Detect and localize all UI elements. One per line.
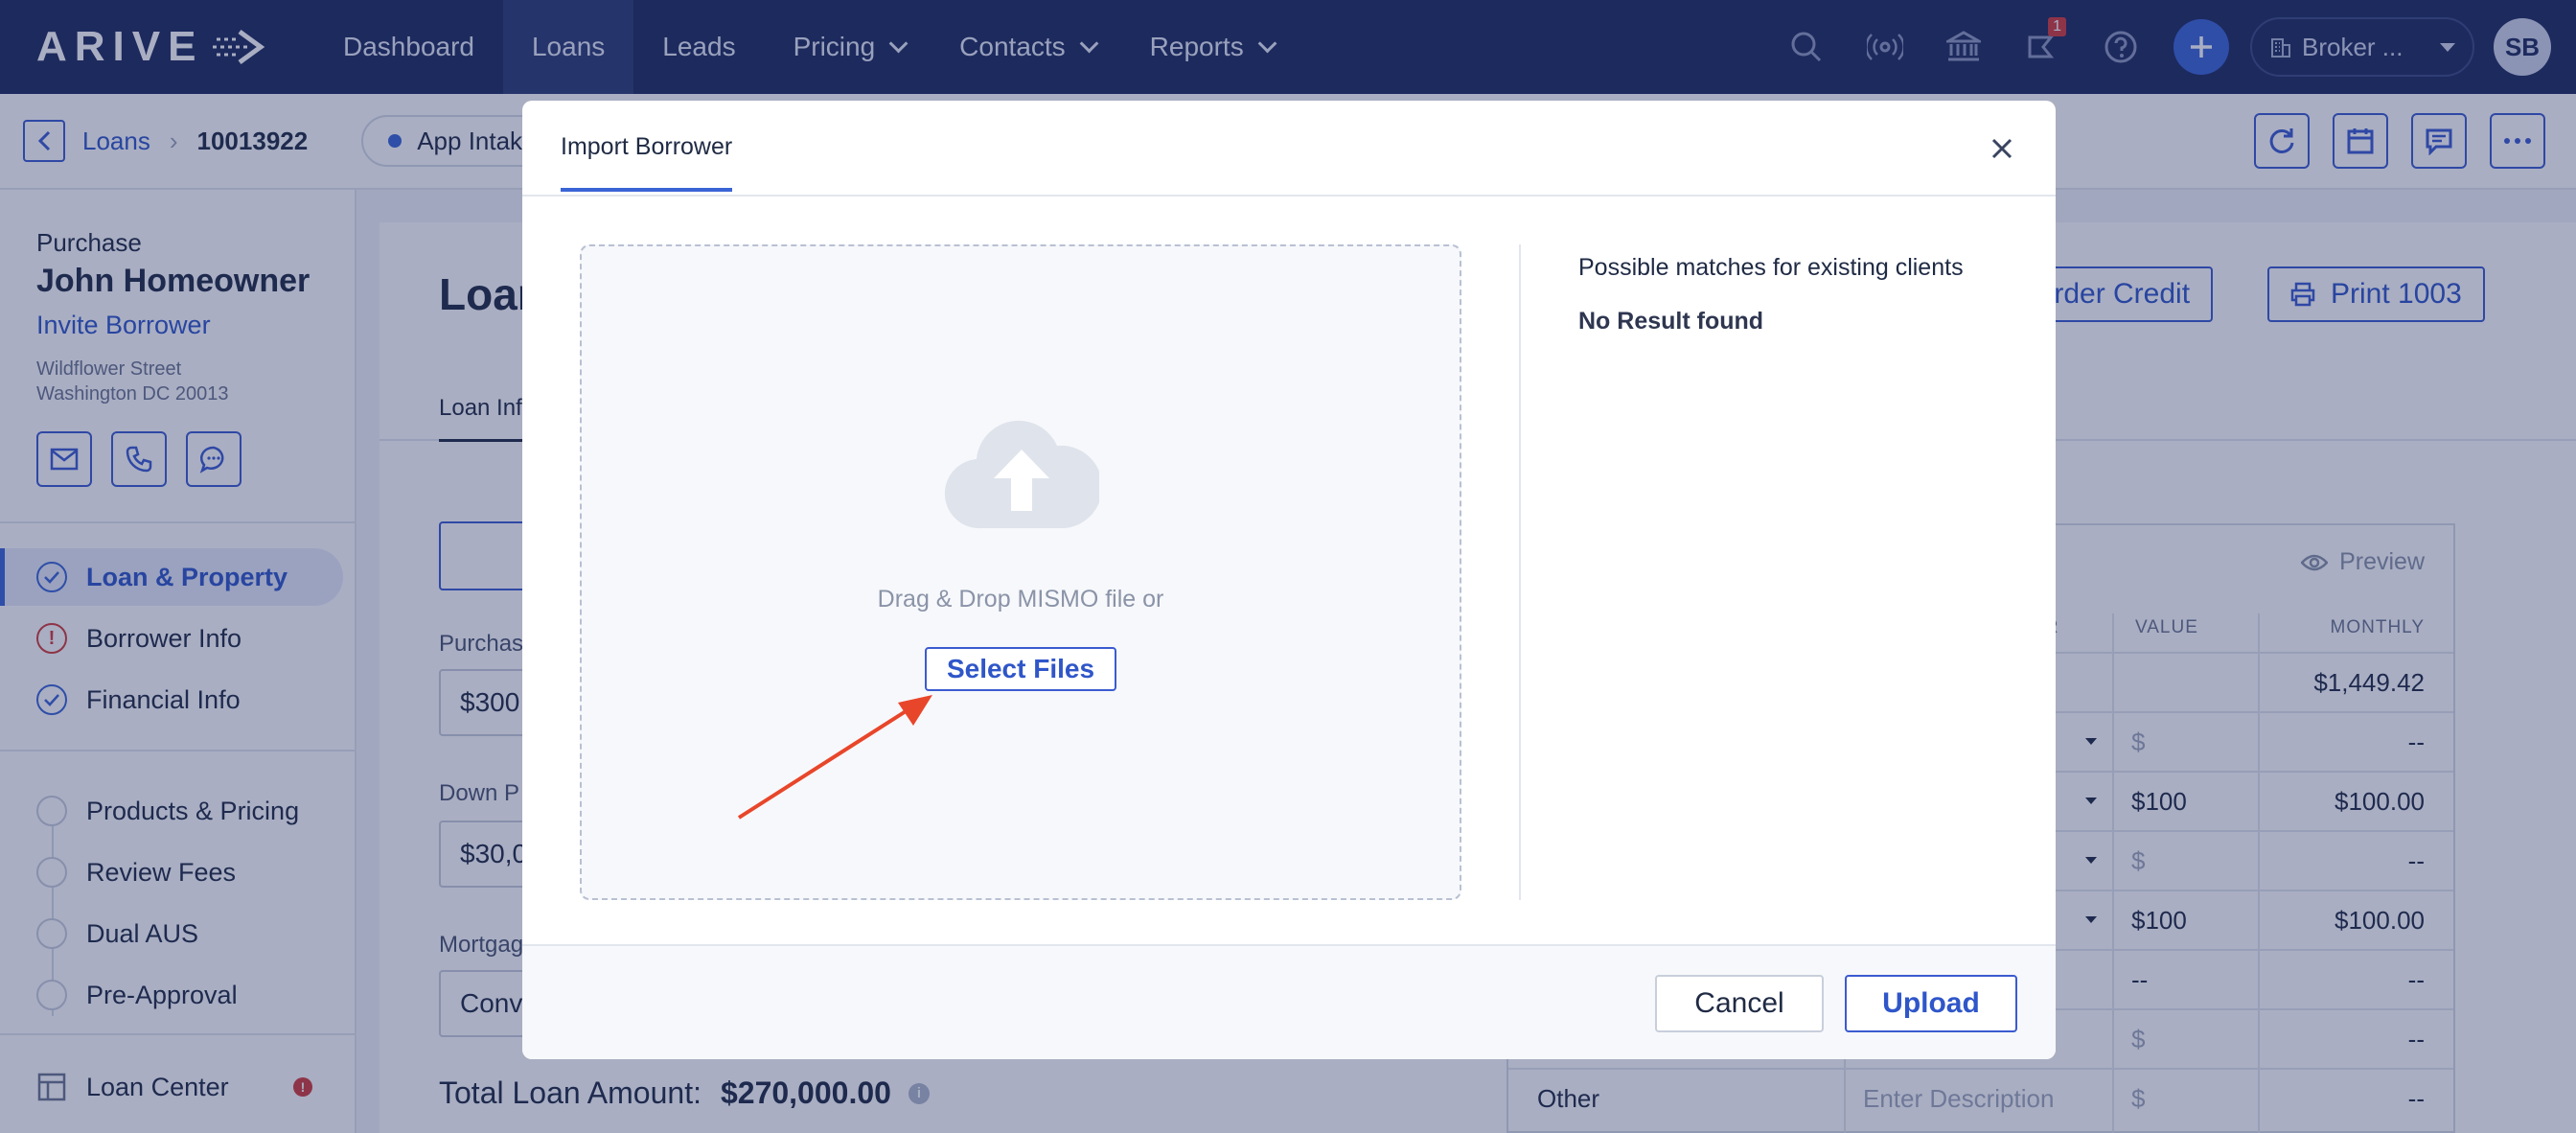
cancel-button[interactable]: Cancel [1655,975,1824,1032]
matches-title: Possible matches for existing clients [1578,254,1964,281]
panel-divider [1519,244,1521,900]
upload-button[interactable]: Upload [1845,975,2017,1032]
file-dropzone[interactable]: Drag & Drop MISMO file or Select Files [580,244,1461,900]
modal-footer: Cancel Upload [522,944,2056,1059]
select-files-button[interactable]: Select Files [925,647,1116,691]
import-borrower-modal: Import Borrower Drag & Drop MISMO file o… [522,101,2056,1059]
close-icon[interactable] [1983,129,2021,168]
dropzone-text: Drag & Drop MISMO file or [877,586,1164,613]
tab-import-borrower[interactable]: Import Borrower [561,133,733,192]
annotation-arrow-icon [737,695,932,820]
cloud-upload-icon [944,420,1099,529]
no-result-text: No Result found [1578,308,1764,335]
modal-header: Import Borrower [522,101,2056,197]
